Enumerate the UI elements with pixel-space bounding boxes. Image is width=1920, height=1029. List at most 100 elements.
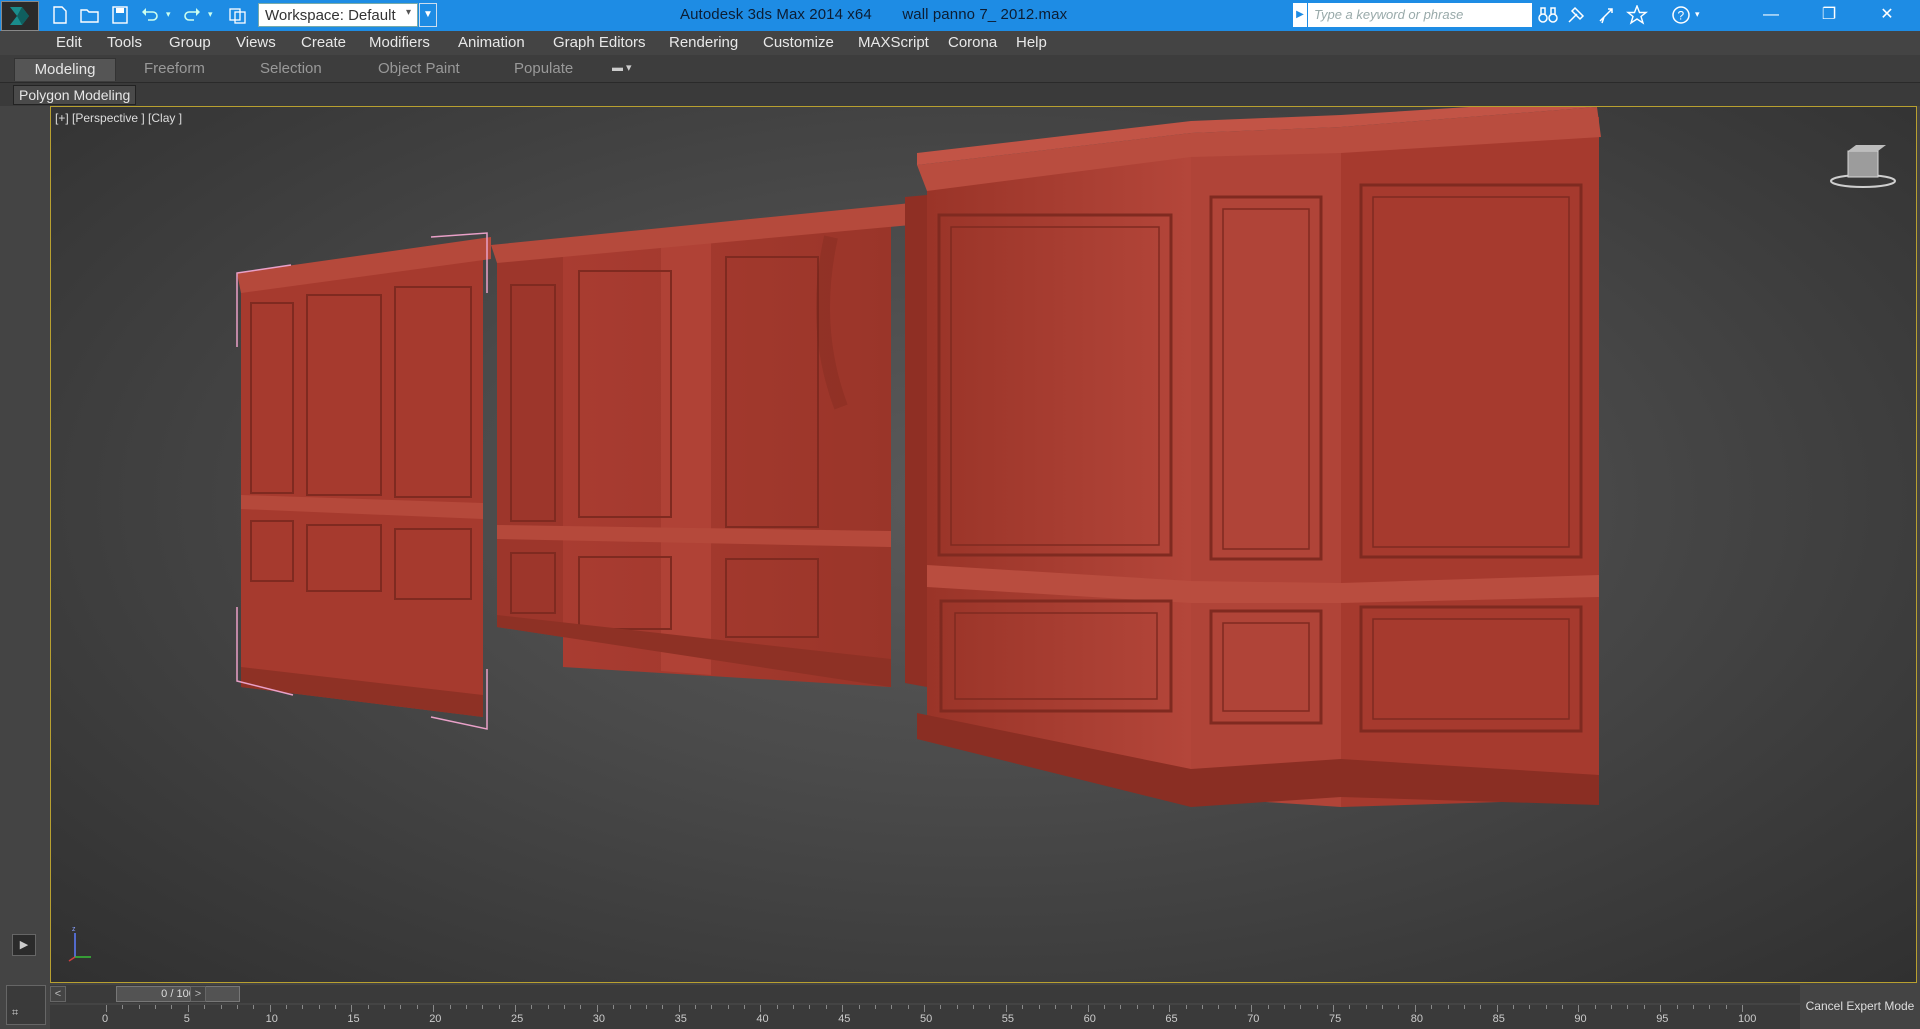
axis-gizmo-icon: z (68, 926, 91, 962)
menu-tools[interactable]: Tools (107, 34, 142, 51)
timeline-tick-mark (1382, 1005, 1384, 1009)
timeline-tick-label: 20 (429, 1013, 442, 1025)
timeline-tick-mark (776, 1005, 778, 1009)
timeline-tick-mark (253, 1005, 255, 1009)
menu-corona[interactable]: Corona (948, 34, 997, 51)
timeline-tick-mark (924, 1005, 925, 1012)
timeline-tick-mark (1185, 1005, 1187, 1009)
timeline-tick-mark (613, 1005, 615, 1009)
timeline-tick-mark (531, 1005, 533, 1009)
new-file-icon[interactable] (50, 6, 70, 24)
play-icon[interactable]: ▶ (12, 934, 36, 956)
title-bar: ▾ ▾ Workspace: Default ▾ ▼ Autodesk 3ds … (0, 0, 1920, 31)
time-prev-icon[interactable]: < (50, 986, 66, 1002)
timeline-tick-mark (1660, 1005, 1662, 1012)
timeline-tick-mark (694, 1005, 696, 1009)
project-folder-icon[interactable] (228, 6, 248, 24)
workspace-select[interactable]: Workspace: Default ▾ (258, 3, 418, 27)
tab-selection[interactable]: Selection (252, 58, 330, 81)
timeline-tick-mark (1005, 1005, 1007, 1012)
chevron-down-icon: ▾ (405, 7, 411, 18)
menu-modifiers[interactable]: Modifiers (369, 34, 430, 51)
timeline-tick-mark (1643, 1005, 1645, 1009)
menu-maxscript[interactable]: MAXScript (858, 34, 929, 51)
3dsmax-logo-icon (10, 7, 29, 25)
timeline-tick-mark (1300, 1005, 1302, 1009)
undo-dropdown-icon[interactable]: ▾ (166, 9, 176, 27)
track-bar[interactable]: 0 5 10 15 20 25 30 35 40 45 50 55 60 65 70 75 80 85 90 95 10… (50, 1005, 1800, 1029)
timeline-tick-mark (760, 1005, 762, 1012)
search-expand-icon[interactable]: ▶ (1293, 3, 1307, 27)
timeline-tick-mark (1267, 1005, 1269, 1009)
time-slider-thumb[interactable]: 0 / 100 (116, 986, 240, 1002)
viewport-label[interactable]: [+] [Perspective ] [Clay ] (55, 111, 182, 125)
ribbon-options-icon[interactable]: ▬ ▾ (612, 61, 632, 74)
menu-create[interactable]: Create (301, 34, 346, 51)
open-file-icon[interactable] (80, 6, 100, 24)
timeline-tick-mark (416, 1005, 418, 1009)
wall-panel-3[interactable] (905, 107, 1601, 807)
menu-animation[interactable]: Animation (458, 34, 525, 51)
timeline-tick-mark (1120, 1005, 1122, 1009)
tab-freeform[interactable]: Freeform (136, 58, 213, 81)
save-file-icon[interactable] (110, 6, 130, 24)
redo-icon[interactable] (182, 6, 202, 24)
subscription-icon[interactable] (1566, 5, 1588, 25)
menu-graph-editors[interactable]: Graph Editors (553, 34, 646, 51)
app-menu-button[interactable] (1, 1, 39, 31)
menu-views[interactable]: Views (236, 34, 276, 51)
timeline-tick-mark (335, 1005, 337, 1009)
timeline-tick-mark (907, 1005, 909, 1009)
minimize-button[interactable]: — (1742, 0, 1800, 31)
timeline-tick-mark (1594, 1005, 1596, 1009)
timeline-tick-mark (1365, 1005, 1367, 1009)
tab-modeling[interactable]: Modeling (14, 58, 116, 81)
help-dropdown-icon[interactable]: ▾ (1695, 9, 1707, 29)
cancel-expert-mode-button[interactable]: Cancel Expert Mode (1800, 999, 1920, 1019)
polygon-modeling-panel[interactable]: Polygon Modeling (13, 85, 137, 105)
communication-center-icon[interactable] (1596, 5, 1618, 25)
timeline-tick-label: 35 (674, 1013, 687, 1025)
restore-button[interactable]: ❐ (1800, 0, 1858, 31)
timeline-tick-mark (547, 1005, 549, 1009)
menu-rendering[interactable]: Rendering (669, 34, 738, 51)
tab-object-paint[interactable]: Object Paint (370, 58, 468, 81)
undo-icon[interactable] (140, 6, 160, 24)
viewcube-icon[interactable] (1828, 137, 1898, 197)
close-button[interactable]: ✕ (1858, 0, 1916, 31)
time-slider[interactable]: < 0 / 100 > (50, 985, 1800, 1003)
search-input[interactable]: Type a keyword or phrase (1308, 3, 1532, 27)
redo-dropdown-icon[interactable]: ▾ (208, 9, 218, 27)
menu-edit[interactable]: Edit (56, 34, 82, 51)
binoculars-icon[interactable] (1537, 5, 1559, 25)
menu-help[interactable]: Help (1016, 34, 1047, 51)
timeline-tick-label: 95 (1656, 1013, 1669, 1025)
curve-editor-icon[interactable]: ⌗ (12, 1007, 48, 1027)
menu-group[interactable]: Group (169, 34, 211, 51)
timeline-tick-label: 5 (183, 1013, 190, 1025)
timeline-tick-mark (138, 1005, 140, 1009)
timeline-tick-mark (711, 1005, 713, 1009)
timeline-tick-label: 55 (1001, 1013, 1015, 1025)
time-next-icon[interactable]: > (190, 986, 206, 1002)
menu-customize[interactable]: Customize (763, 34, 834, 51)
help-icon[interactable]: ? (1670, 5, 1692, 25)
scene-render (236, 107, 1601, 807)
favorites-star-icon[interactable] (1626, 4, 1648, 25)
timeline-tick-mark (1136, 1005, 1138, 1009)
timeline-tick-mark (1414, 1005, 1416, 1012)
timeline-tick-mark (1349, 1005, 1351, 1009)
timeline-tick-label: 100 (1738, 1013, 1757, 1025)
timeline-tick-mark (1627, 1005, 1629, 1009)
timeline-tick-mark (1054, 1005, 1056, 1009)
timeline-tick-mark (204, 1005, 206, 1009)
perspective-viewport[interactable]: [+] [Perspective ] [Clay ] z (50, 106, 1917, 983)
wall-panel-1[interactable] (236, 232, 491, 730)
timeline-tick-mark (1692, 1005, 1694, 1009)
workspace-label: Workspace: Default (265, 7, 396, 24)
timeline-tick-mark (891, 1005, 893, 1009)
tab-populate[interactable]: Populate (506, 58, 581, 81)
timeline-tick-mark (465, 1005, 467, 1009)
quick-access-dropdown-button[interactable]: ▼ (419, 3, 437, 27)
wall-panel-2[interactable] (491, 203, 911, 687)
